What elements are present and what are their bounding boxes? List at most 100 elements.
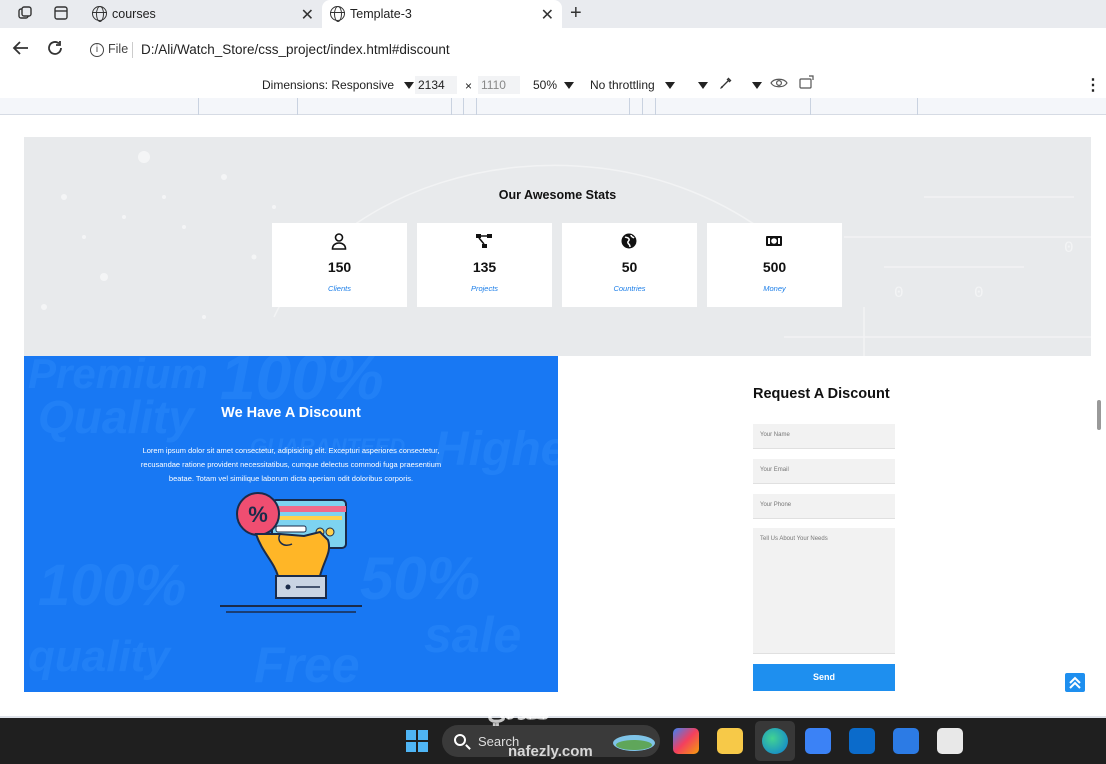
- edge-browser-icon[interactable]: [762, 728, 788, 754]
- chevron-down-icon: [404, 82, 415, 90]
- close-icon[interactable]: ✕: [541, 5, 554, 25]
- discount-form: Request A Discount Your Name Your Email …: [558, 356, 1091, 692]
- stat-number: 150: [327, 259, 352, 275]
- svg-text:0: 0: [894, 284, 904, 302]
- divider: [132, 42, 133, 58]
- search-icon: [454, 734, 466, 746]
- network-dropdown[interactable]: [698, 78, 708, 92]
- tab-courses[interactable]: courses ✕: [84, 0, 322, 28]
- send-button[interactable]: Send: [753, 664, 895, 691]
- height-input[interactable]: 1110: [478, 76, 520, 94]
- windows-start-icon[interactable]: [406, 730, 428, 752]
- tab-title: courses: [112, 7, 156, 21]
- email-field[interactable]: Your Email: [753, 459, 895, 484]
- ruler-tick: [476, 98, 477, 115]
- outlook-icon[interactable]: [849, 728, 875, 754]
- tab-template-3[interactable]: Template-3 ✕: [322, 0, 562, 28]
- background-word: sale: [424, 607, 522, 663]
- more-options-icon[interactable]: ⋮: [1085, 75, 1101, 95]
- dimensions-label: Dimensions: Responsive: [262, 78, 395, 92]
- throttling-label: No throttling: [590, 78, 655, 92]
- needs-textarea[interactable]: Tell Us About Your Needs: [753, 528, 895, 654]
- money-bill-icon: [766, 236, 782, 246]
- background-word: quality: [28, 632, 170, 681]
- svg-text:0: 0: [1064, 239, 1074, 257]
- ruler-tick: [917, 98, 918, 115]
- zoom-dropdown[interactable]: 50%: [533, 78, 574, 92]
- media-query-ruler: [0, 98, 1106, 115]
- throttling-dropdown[interactable]: No throttling: [590, 78, 675, 92]
- form-title: Request A Discount: [753, 386, 890, 402]
- back-icon[interactable]: [12, 39, 30, 62]
- microsoft-store-icon[interactable]: [805, 728, 831, 754]
- stat-number: 50: [621, 259, 638, 275]
- page-viewport: 0 0 0 Our Awesome Stats 150 Clients 135 Pr…: [0, 115, 1106, 716]
- discount-description: Lorem ipsum dolor sit amet consectetur, …: [140, 446, 442, 483]
- double-chevron-up-icon: [1069, 676, 1081, 689]
- scrollbar[interactable]: [1097, 400, 1101, 430]
- notepad-icon[interactable]: [937, 728, 963, 754]
- ruler-tick: [463, 98, 464, 115]
- stat-card-clients: 150 Clients: [272, 223, 407, 307]
- chevron-down-icon: [563, 82, 574, 90]
- zoom-label: 50%: [533, 78, 558, 92]
- workspaces-icon[interactable]: [16, 5, 34, 23]
- rotate-icon[interactable]: [798, 75, 816, 94]
- scroll-to-top-button[interactable]: [1065, 673, 1085, 692]
- stat-card-projects: 135 Projects: [417, 223, 552, 307]
- ruler-tick: [451, 98, 452, 115]
- globe-icon: [330, 6, 345, 22]
- svg-text:0: 0: [974, 284, 984, 302]
- svg-text:%: %: [248, 502, 268, 527]
- ruler-tick: [629, 98, 630, 115]
- stat-label: Money: [763, 284, 786, 293]
- background-word: 100%: [38, 553, 187, 618]
- browser-tab-strip: courses ✕ Template-3 ✕ +: [0, 0, 1106, 28]
- stat-card-countries: 50 Countries: [562, 223, 697, 307]
- copilot-icon[interactable]: [673, 728, 699, 754]
- background-word: 50%: [360, 545, 481, 612]
- stat-number: 500: [762, 259, 787, 275]
- new-tab-button[interactable]: +: [570, 2, 582, 25]
- background-word: Free: [254, 637, 360, 692]
- eyedropper-icon[interactable]: [718, 75, 734, 94]
- more-dropdown[interactable]: [752, 78, 762, 92]
- file-chip: File: [108, 42, 129, 56]
- width-input[interactable]: 2134: [415, 76, 457, 94]
- user-icon: [331, 233, 347, 250]
- stat-number: 135: [472, 259, 497, 275]
- ruler-tick: [642, 98, 643, 115]
- stats-section: 0 0 0 Our Awesome Stats 150 Clients 135 Pr…: [24, 137, 1091, 356]
- phone-field[interactable]: Your Phone: [753, 494, 895, 519]
- globe-icon: [621, 233, 637, 249]
- stat-label: Clients: [328, 284, 351, 293]
- stats-title: Our Awesome Stats: [498, 188, 617, 202]
- ruler-tick: [810, 98, 811, 115]
- watermark-url: nafezly.com: [508, 743, 593, 760]
- stat-label: Projects: [470, 284, 499, 293]
- name-field[interactable]: Your Name: [753, 424, 895, 449]
- ruler-tick: [297, 98, 298, 115]
- tab-actions-icon[interactable]: [52, 5, 70, 23]
- close-icon[interactable]: ✕: [301, 5, 314, 25]
- circuit-background: 0 0 0: [41, 151, 1091, 356]
- stat-card-money: 500 Money: [707, 223, 842, 307]
- ruler-tick: [655, 98, 656, 115]
- file-explorer-icon[interactable]: [717, 728, 743, 754]
- chevron-down-icon: [698, 82, 708, 90]
- watermark-logo: نفذلي: [487, 695, 551, 725]
- photos-icon[interactable]: [893, 728, 919, 754]
- chevron-down-icon: [664, 82, 675, 90]
- project-diagram-icon: [476, 234, 492, 248]
- eye-icon[interactable]: [770, 76, 788, 93]
- url-text: D:/Ali/Watch_Store/css_project/index.htm…: [141, 42, 450, 57]
- device-toolbar: Dimensions: Responsive 2134 × 1110 50% N…: [0, 72, 1106, 98]
- info-icon[interactable]: i: [90, 43, 104, 57]
- address-bar: i File D:/Ali/Watch_Store/css_project/in…: [0, 28, 1106, 72]
- url-input[interactable]: i File D:/Ali/Watch_Store/css_project/in…: [80, 35, 1096, 65]
- ruler-tick: [198, 98, 199, 115]
- tab-title: Template-3: [350, 7, 412, 21]
- reload-icon[interactable]: [46, 39, 64, 62]
- discount-title: We Have A Discount: [221, 405, 361, 421]
- dimensions-dropdown[interactable]: Dimensions: Responsive: [262, 78, 415, 92]
